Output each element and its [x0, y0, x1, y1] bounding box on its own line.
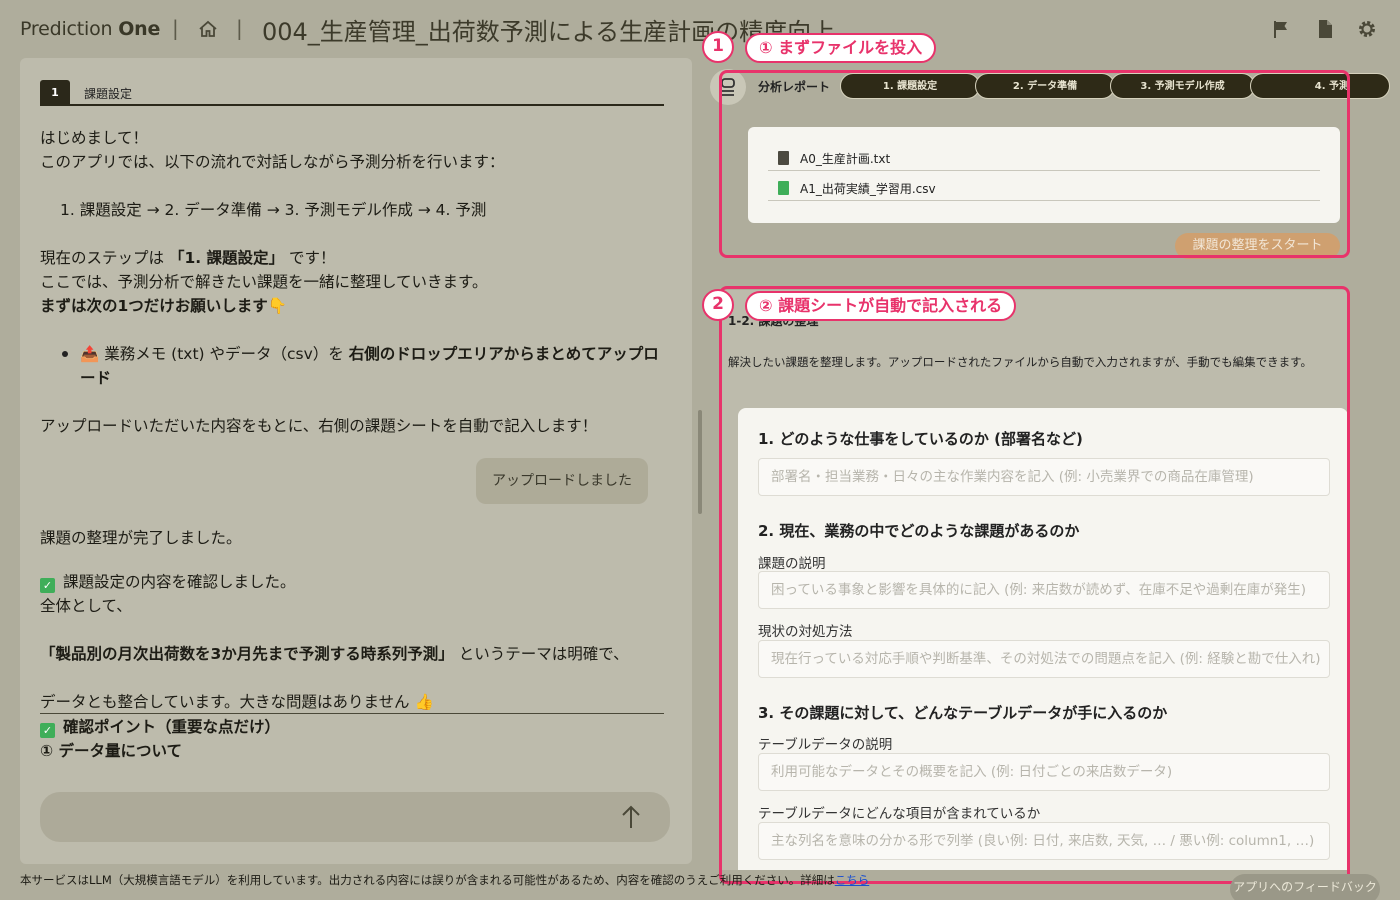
- highlight-box-1: [719, 70, 1350, 258]
- after-upload-text: アップロードいただいた内容をもとに、右側の課題シートを自動で記入します！: [40, 417, 598, 435]
- home-icon[interactable]: [197, 18, 219, 40]
- highlight-box-2: [719, 286, 1350, 884]
- consistent-text: データとも整合しています。大きな問題はありません 👍: [40, 693, 434, 711]
- annotation-callout-1: ① まずファイルを投入: [745, 33, 937, 63]
- settings-gear-icon[interactable]: [1356, 18, 1378, 40]
- flag-icon[interactable]: [1270, 18, 1292, 40]
- intro-text: このアプリでは、以下の流れで対話しながら予測分析を行います：: [40, 153, 505, 171]
- header-separator: |: [236, 16, 243, 40]
- header-separator: |: [172, 16, 179, 40]
- upload-instruction: 📤 業務メモ (txt) やデータ（csv）を 右側のドロップエリアからまとめて…: [40, 342, 670, 390]
- brand-logo[interactable]: Prediction One: [20, 18, 160, 40]
- explain-text: ここでは、予測分析で解きたい課題を一緒に整理していきます。: [40, 273, 488, 291]
- chat-input[interactable]: [40, 792, 670, 842]
- panel-resize-handle[interactable]: [698, 410, 702, 514]
- user-message-bubble: アップロードしました: [476, 458, 648, 504]
- step-label: 課題設定: [84, 87, 133, 101]
- flow-text: 1. 課題設定 → 2. データ準備 → 3. 予測モデル作成 → 4. 予測: [60, 201, 487, 219]
- check-icon: ✓: [40, 723, 55, 738]
- annotation-callout-2: ② 課題シートが自動で記入される: [745, 291, 1017, 321]
- annotation-number-1: 1: [702, 31, 734, 63]
- step-tab: 1 課題設定: [40, 80, 664, 106]
- greeting-text: はじめまして！: [40, 129, 149, 147]
- check-points-section: ✓ 確認ポイント（重要な点だけ） ① データ量について: [40, 715, 670, 763]
- chat-panel: 1 課題設定 はじめまして！ このアプリでは、以下の流れで対話しながら予測分析を…: [20, 58, 692, 864]
- data-volume-heading: ① データ量について: [40, 742, 183, 760]
- current-step-text: 現在のステップは 「1. 課題設定」 です！: [40, 249, 336, 267]
- send-arrow-icon[interactable]: [620, 804, 642, 830]
- request-text: まずは次の1つだけお願いします👇: [40, 297, 288, 315]
- feedback-button[interactable]: アプリへのフィードバック: [1230, 874, 1380, 900]
- step-number: 1: [40, 80, 70, 106]
- check-points-title: ✓ 確認ポイント（重要な点だけ）: [40, 715, 670, 739]
- document-icon[interactable]: [1314, 18, 1336, 40]
- divider: [40, 713, 664, 714]
- assistant-message: はじめまして！ このアプリでは、以下の流れで対話しながら予測分析を行います： 1…: [40, 126, 670, 438]
- check-icon: ✓: [40, 578, 55, 593]
- confirmed-text: ✓ 課題設定の内容を確認しました。: [40, 570, 670, 594]
- annotation-number-2: 2: [702, 289, 734, 321]
- details-link[interactable]: こちら: [835, 873, 870, 887]
- assistant-reply: 課題の整理が完了しました。 ✓ 課題設定の内容を確認しました。 全体として、 「製…: [40, 526, 670, 714]
- app-header: Prediction One | | 004_生産管理_出荷数予測による生産計画…: [0, 0, 1400, 58]
- done-text: 課題の整理が完了しました。: [40, 529, 242, 547]
- footer-disclaimer: 本サービスはLLM（大規模言語モデル）を利用しています。出力される内容には誤りが…: [20, 873, 870, 887]
- theme-text: 「製品別の月次出荷数を3か月先まで予測する時系列予測」 というテーマは明確で、: [40, 645, 629, 663]
- overall-text: 全体として、: [40, 597, 132, 615]
